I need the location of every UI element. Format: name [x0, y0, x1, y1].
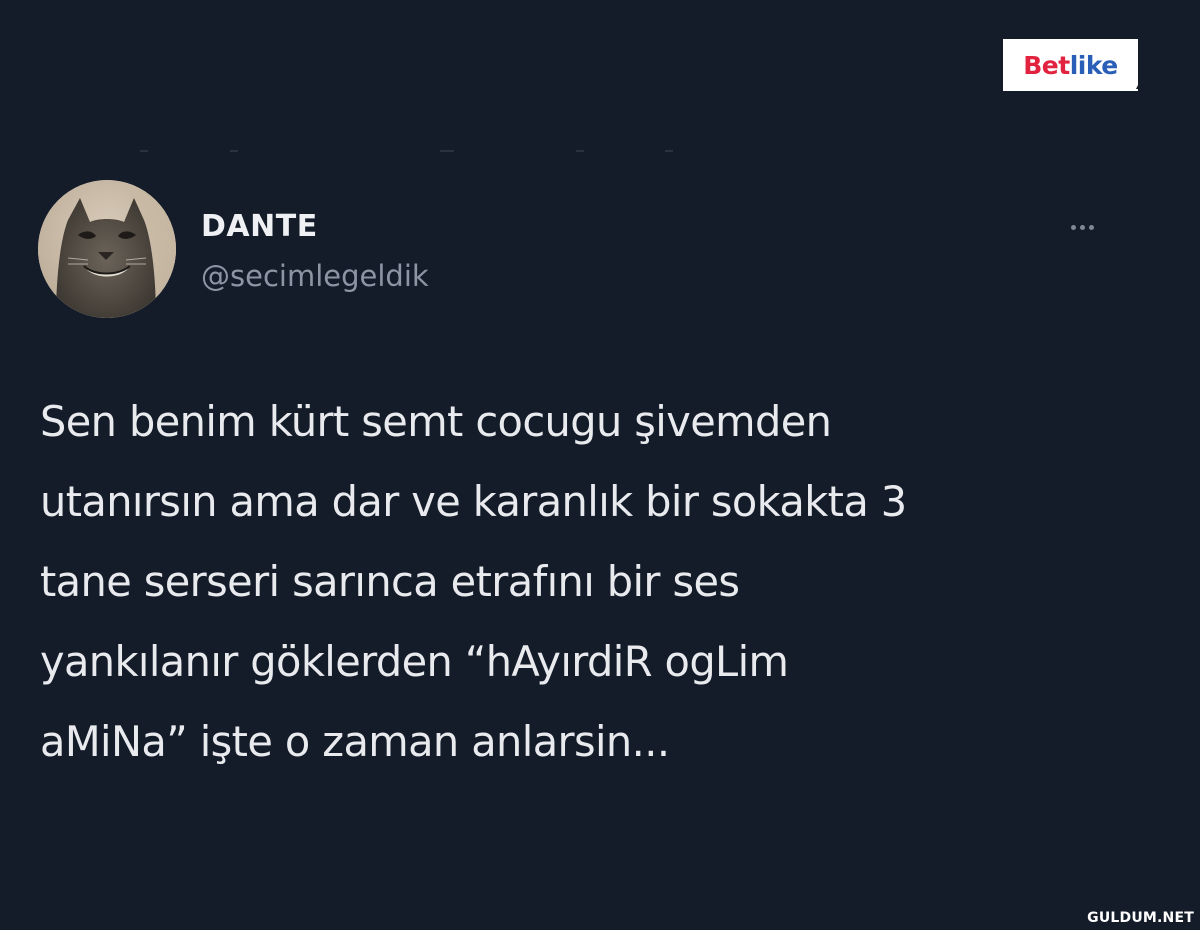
- site-watermark: GULDUM.NET: [1087, 910, 1194, 926]
- sponsor-logo-text-b: like: [1069, 50, 1119, 80]
- tweet-text: Sen benim kürt semt cocugu şivemden utan…: [40, 397, 907, 766]
- display-name[interactable]: DANTE: [201, 209, 318, 244]
- more-options-icon: [1088, 224, 1094, 230]
- sponsor-logo-text-a: Bet: [1023, 50, 1070, 80]
- cat-avatar-icon: [38, 180, 176, 318]
- more-options-button[interactable]: [1056, 215, 1108, 239]
- sponsor-logo-corner: [1136, 77, 1142, 89]
- more-options-icon: [1079, 224, 1085, 230]
- more-options-icon: [1070, 224, 1076, 230]
- cropped-header-remnant: [140, 150, 680, 153]
- avatar[interactable]: [38, 180, 176, 318]
- user-handle[interactable]: @secimlegeldik: [201, 259, 429, 293]
- sponsor-logo: Bet like: [1003, 39, 1142, 91]
